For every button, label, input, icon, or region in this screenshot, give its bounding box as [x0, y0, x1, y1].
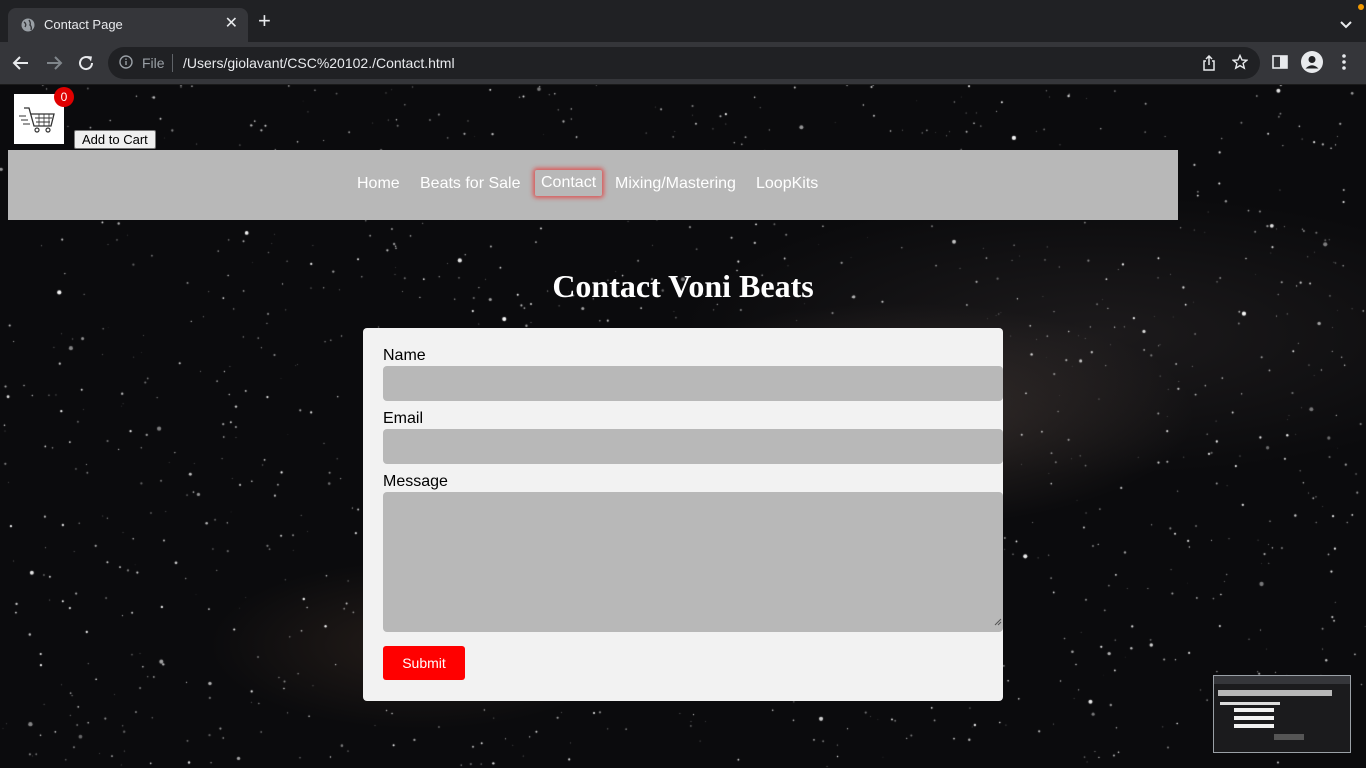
message-label: Message — [383, 473, 448, 490]
globe-icon — [21, 18, 35, 37]
reload-icon[interactable] — [77, 54, 95, 77]
share-icon[interactable] — [1202, 54, 1216, 76]
email-field[interactable] — [383, 429, 1003, 464]
name-label: Name — [383, 347, 426, 364]
name-field[interactable] — [383, 366, 1003, 401]
url-text[interactable]: /Users/giolavant/CSC%20102./Contact.html — [183, 55, 455, 71]
side-panel-icon[interactable] — [1272, 54, 1288, 75]
browser-tab[interactable]: Contact Page ✕ — [8, 8, 248, 42]
nav-item-contact[interactable]: Contact — [535, 170, 603, 196]
chevron-down-icon[interactable] — [1340, 16, 1352, 34]
nav-item-mixing-mastering[interactable]: Mixing/Mastering — [615, 174, 736, 196]
screenshot-thumbnail[interactable] — [1213, 675, 1351, 753]
contact-form: Name Email Message Submit — [363, 328, 1003, 701]
message-textarea[interactable] — [383, 492, 1003, 632]
page-viewport: 0 Add to Cart Home Beats for Sale Contac… — [0, 85, 1366, 768]
update-indicator — [1358, 4, 1364, 10]
profile-icon[interactable] — [1301, 51, 1323, 73]
kebab-menu-icon[interactable] — [1342, 54, 1346, 75]
resize-grip-icon[interactable] — [994, 613, 1002, 631]
plus-icon[interactable]: + — [258, 10, 271, 32]
add-to-cart-button[interactable]: Add to Cart — [74, 130, 156, 149]
nav-item-home[interactable]: Home — [357, 174, 400, 196]
tab-title: Contact Page — [44, 17, 123, 32]
cart-count-badge: 0 — [54, 87, 74, 107]
close-icon[interactable]: ✕ — [225, 16, 238, 32]
main-nav: Home Beats for Sale Contact Mixing/Maste… — [8, 150, 1178, 220]
address-bar[interactable]: File /Users/giolavant/CSC%20102./Contact… — [108, 47, 1260, 79]
star-icon[interactable] — [1231, 53, 1249, 75]
email-label: Email — [383, 410, 424, 427]
info-icon[interactable] — [119, 55, 133, 74]
browser-toolbar: File /Users/giolavant/CSC%20102./Contact… — [0, 42, 1366, 85]
back-arrow-icon[interactable] — [12, 54, 30, 77]
forward-arrow-icon[interactable] — [45, 54, 63, 77]
divider — [172, 54, 173, 72]
tab-strip: Contact Page ✕ + — [0, 0, 1366, 42]
page-title: Contact Voni Beats — [552, 268, 814, 304]
nav-item-beats-for-sale[interactable]: Beats for Sale — [420, 174, 521, 196]
cart-icon — [14, 107, 64, 148]
submit-button[interactable]: Submit — [383, 646, 465, 680]
url-scheme-label: File — [142, 55, 165, 71]
nav-item-loopkits[interactable]: LoopKits — [756, 174, 818, 196]
